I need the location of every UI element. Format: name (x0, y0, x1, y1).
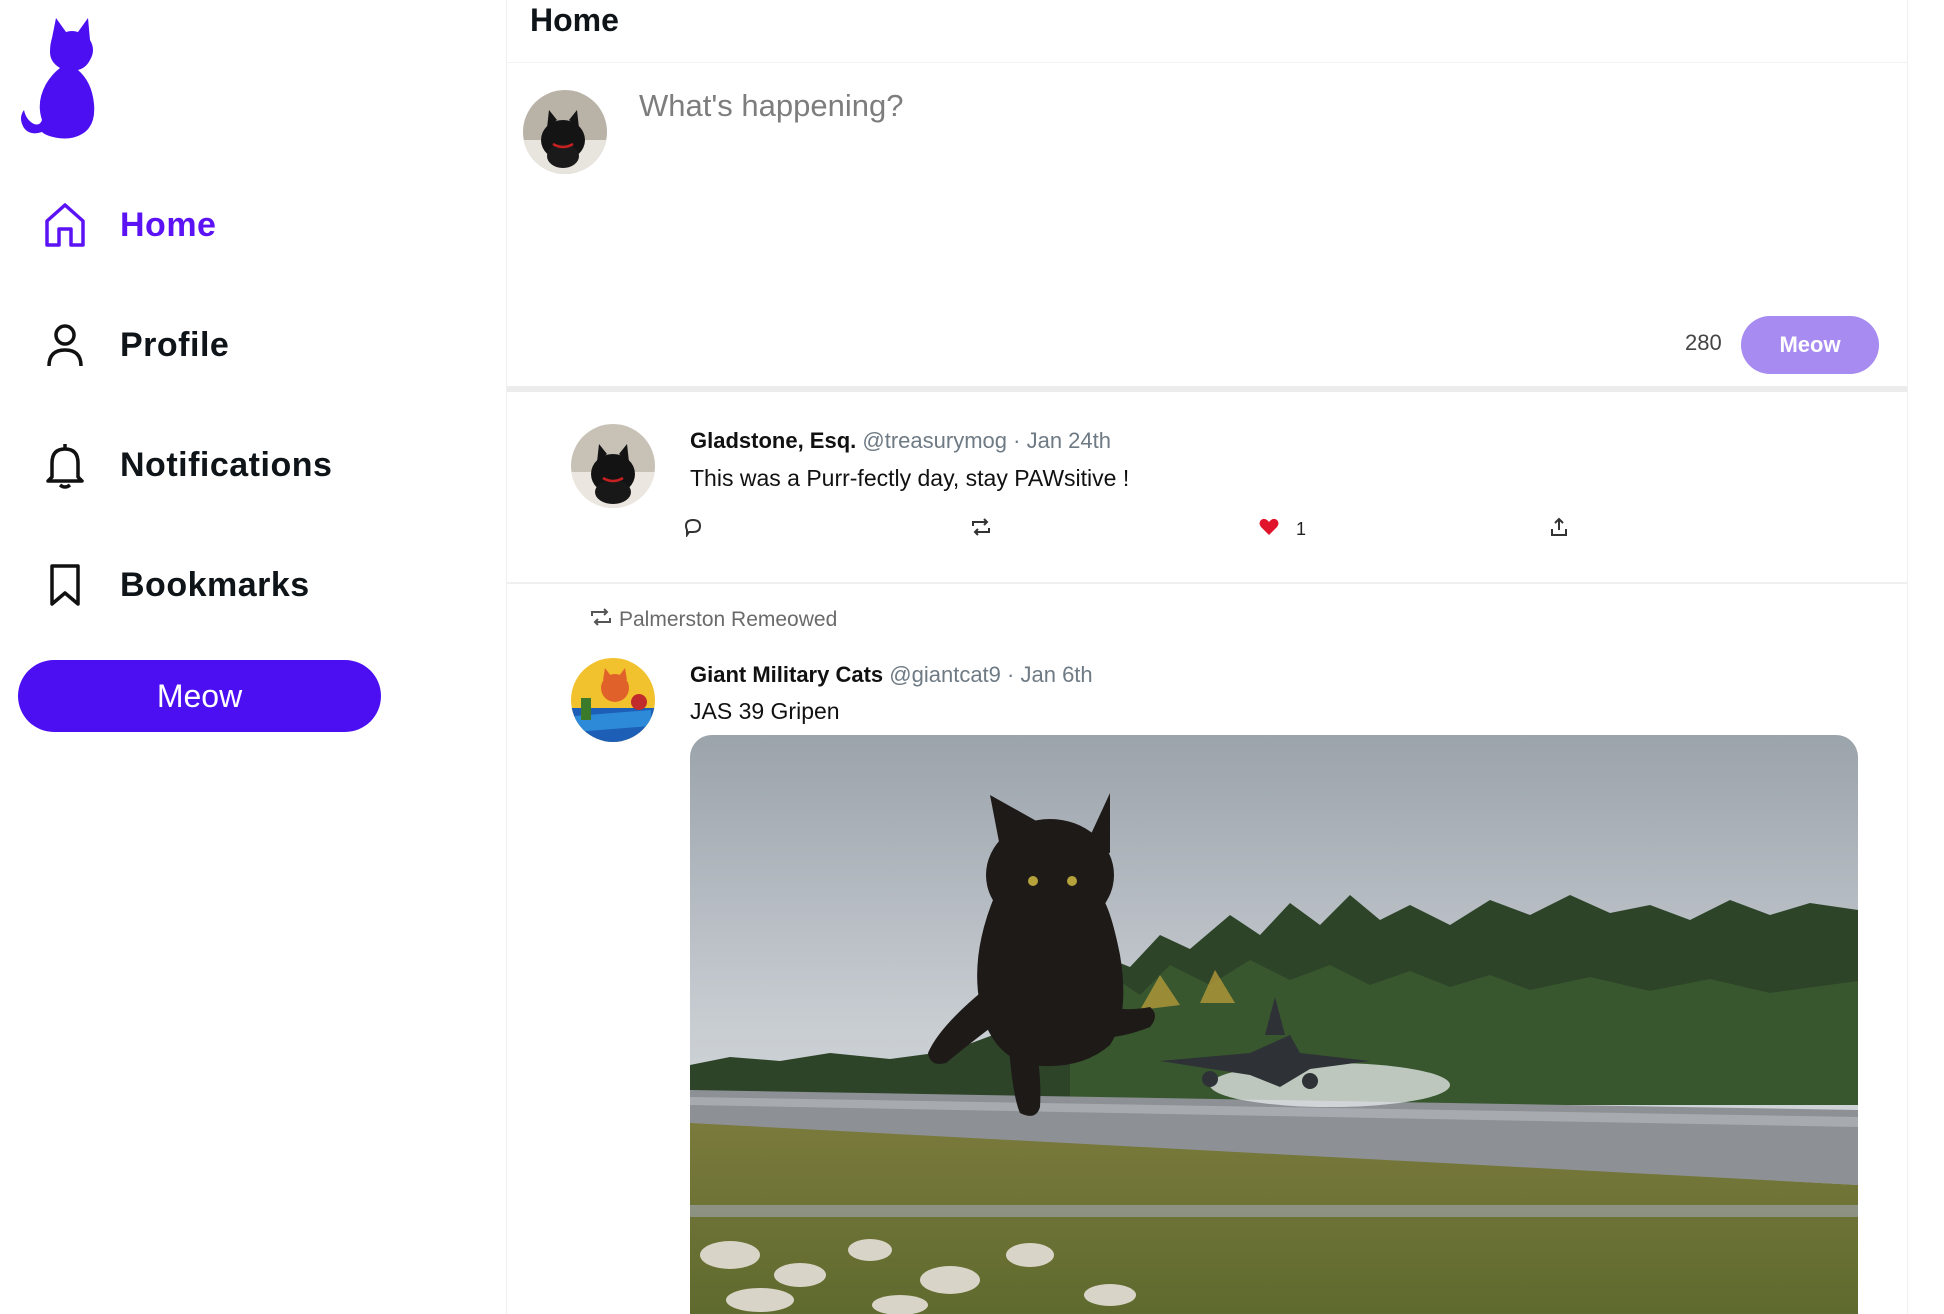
post-header: Gladstone, Esq. @treasurymog · Jan 24th (690, 428, 1111, 454)
heart-icon (1258, 517, 1280, 542)
home-icon (40, 200, 90, 250)
user-icon (40, 320, 90, 370)
remeow-button[interactable] (970, 517, 992, 542)
post-text: JAS 39 Gripen (690, 698, 840, 724)
repost-note-text[interactable]: Palmerston Remeowed (619, 608, 837, 632)
main-feed-column: Home 280 Meow Gladstone, Esq. @treasurym… (506, 0, 1908, 1314)
sidebar-item-label: Notifications (120, 445, 333, 484)
sidebar-item-home[interactable]: Home (40, 190, 216, 260)
cat-logo-icon[interactable] (16, 16, 100, 142)
character-count: 280 (1685, 330, 1722, 355)
share-icon (1549, 516, 1569, 543)
post-author-handle[interactable]: @treasurymog (862, 428, 1007, 453)
post-text: This was a Purr-fectly day, stay PAWsiti… (690, 465, 1130, 491)
composer-avatar (523, 90, 607, 174)
separator-dot: · (1013, 428, 1021, 453)
share-button[interactable] (1549, 516, 1569, 543)
bell-icon (40, 440, 90, 490)
sidebar-item-label: Bookmarks (120, 565, 310, 604)
divider (507, 62, 1907, 63)
repost-note: Palmerston Remeowed (589, 606, 837, 634)
sidebar-item-label: Home (120, 205, 217, 244)
bookmark-icon (40, 560, 90, 610)
divider (507, 582, 1907, 584)
comment-icon (683, 517, 703, 542)
sidebar-item-label: Profile (120, 325, 230, 364)
sidebar-item-profile[interactable]: Profile (40, 310, 229, 380)
post-author-handle[interactable]: @giantcat9 (889, 662, 1001, 687)
post-date[interactable]: Jan 24th (1027, 428, 1111, 453)
post-avatar[interactable] (571, 424, 655, 508)
post-date[interactable]: Jan 6th (1020, 662, 1092, 687)
sidebar: Home Profile Notifications Bookmarks Meo… (0, 0, 505, 1314)
sidebar-meow-button[interactable]: Meow (18, 660, 381, 732)
sidebar-item-bookmarks[interactable]: Bookmarks (40, 550, 310, 620)
post-author-name[interactable]: Giant Military Cats (690, 662, 883, 687)
like-button[interactable]: 1 (1258, 517, 1306, 542)
page-title: Home (530, 2, 619, 38)
repost-icon (589, 606, 619, 634)
repost-icon (970, 517, 992, 542)
post-image[interactable] (690, 735, 1858, 1314)
like-count: 1 (1296, 519, 1307, 539)
reply-button[interactable] (683, 517, 703, 542)
post-avatar[interactable] (571, 658, 655, 742)
post-author-name[interactable]: Gladstone, Esq. (690, 428, 856, 453)
separator-dot: · (1007, 662, 1015, 687)
post-header: Giant Military Cats @giantcat9 · Jan 6th (690, 662, 1093, 688)
divider (507, 386, 1907, 392)
sidebar-item-notifications[interactable]: Notifications (40, 430, 332, 500)
composer-meow-button[interactable]: Meow (1741, 316, 1879, 374)
composer-input[interactable] (639, 88, 1859, 298)
